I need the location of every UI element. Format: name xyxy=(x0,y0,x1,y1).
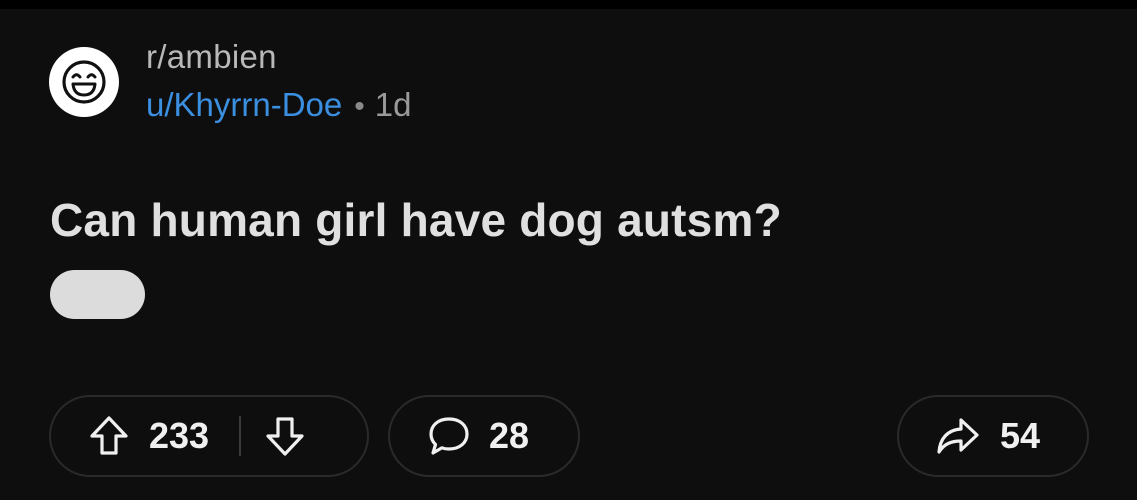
smiley-face-icon xyxy=(62,60,106,104)
vote-bar: 233 xyxy=(49,395,369,477)
share-arrow-icon xyxy=(936,416,980,456)
vote-count: 233 xyxy=(149,415,210,456)
share-count: 54 xyxy=(1000,415,1041,456)
vote-divider xyxy=(239,416,242,456)
post-card[interactable]: r/ambien u/Khyrrn-Doe • 1d Can human girl … xyxy=(0,9,1137,500)
post-age: 1d xyxy=(374,86,412,123)
top-edge-bar xyxy=(0,0,1137,9)
share-button[interactable]: 54 xyxy=(897,395,1089,477)
post-flair[interactable] xyxy=(50,270,145,319)
speech-bubble-icon xyxy=(427,415,471,457)
post-title[interactable]: Can human girl have dog autsm? xyxy=(50,197,782,243)
arrow-up-icon[interactable] xyxy=(89,415,129,457)
comment-count: 28 xyxy=(489,415,530,456)
avatar[interactable] xyxy=(49,47,119,117)
username-link[interactable]: u/Khyrrn-Doe xyxy=(146,86,342,123)
post-meta: u/Khyrrn-Doe • 1d xyxy=(146,88,411,122)
comments-button[interactable]: 28 xyxy=(388,395,580,477)
meta-separator: • xyxy=(354,90,365,123)
arrow-down-icon[interactable] xyxy=(265,415,305,457)
subreddit-link[interactable]: r/ambien xyxy=(146,40,277,73)
